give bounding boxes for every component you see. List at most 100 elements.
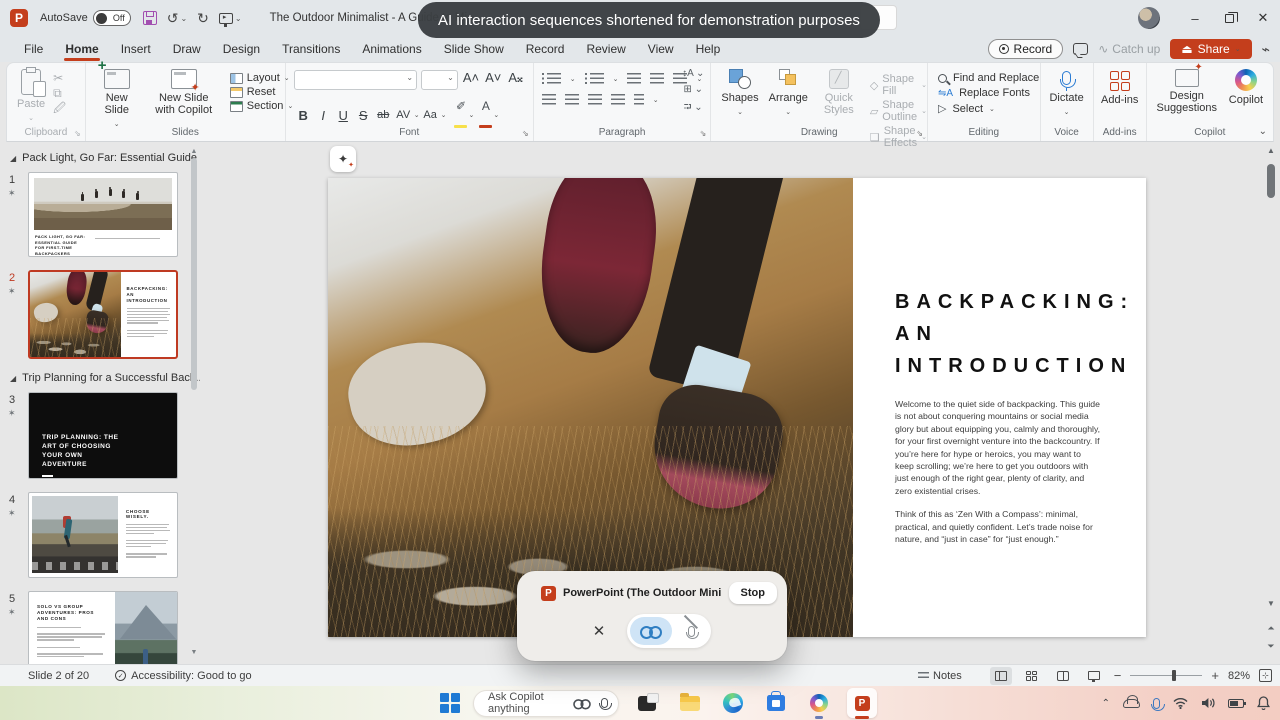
tab-review[interactable]: Review	[576, 38, 635, 61]
grow-font-icon[interactable]: A˄	[462, 70, 480, 90]
tab-help[interactable]: Help	[686, 38, 731, 61]
new-slide-with-copilot-button[interactable]: New Slide with Copilot	[148, 69, 220, 116]
next-slide-icon[interactable]: ⏷	[1264, 641, 1278, 652]
clipboard-dialog-launcher-icon[interactable]: ⇘	[74, 129, 81, 138]
slide-text-block[interactable]: BACKPACKING: AN INTRODUCTION Welcome to …	[853, 178, 1146, 637]
font-size-select[interactable]	[421, 70, 458, 90]
zoom-level[interactable]: 82%	[1228, 670, 1250, 682]
scroll-down-icon[interactable]: ▼	[1264, 599, 1278, 608]
tab-record[interactable]: Record	[516, 38, 575, 61]
design-suggestions-button[interactable]: Design Suggestions	[1155, 62, 1219, 114]
panel-scrollbar[interactable]: ▲ ▼	[190, 148, 198, 656]
zoom-out-icon[interactable]: −	[1114, 668, 1122, 683]
search-mic-icon[interactable]	[599, 698, 612, 710]
start-button[interactable]	[440, 693, 460, 713]
copilot-button[interactable]: Copilot	[1229, 69, 1263, 106]
share-button[interactable]: ⏏ Share ⌄	[1170, 39, 1252, 59]
panel-scrollbar-thumb[interactable]	[191, 158, 197, 390]
numbered-list-icon[interactable]	[584, 73, 604, 84]
autosave-control[interactable]: AutoSave Off	[40, 10, 131, 26]
layout-button[interactable]: Layout ⌄	[229, 72, 294, 84]
start-slideshow-icon[interactable]	[218, 12, 233, 27]
tab-slide-show[interactable]: Slide Show	[434, 38, 514, 61]
italic-button[interactable]: I	[314, 108, 333, 123]
change-case-icon[interactable]: Aa	[421, 109, 440, 121]
reset-button[interactable]: Reset	[229, 86, 294, 98]
align-right-icon[interactable]	[587, 94, 602, 105]
shape-fill-button[interactable]: ◇ Shape Fill ⌄	[870, 73, 927, 97]
tab-file[interactable]: File	[14, 38, 53, 61]
character-spacing-icon[interactable]: AV	[394, 109, 413, 121]
select-button[interactable]: ▷ Select ⌄	[938, 102, 1040, 116]
align-left-icon[interactable]	[541, 94, 556, 105]
convert-smartart-icon[interactable]: ⮒ ⌄	[684, 100, 703, 117]
notes-button[interactable]: Notes	[918, 670, 962, 682]
main-scrollbar[interactable]: ▲ ▼ ⏶ ⏷	[1264, 142, 1278, 664]
accessibility-status[interactable]: ✓ Accessibility: Good to go	[115, 670, 252, 682]
microsoft-store-button[interactable]	[761, 688, 791, 718]
notification-bell-icon[interactable]	[1257, 696, 1270, 710]
slide-sorter-view-button[interactable]	[1021, 667, 1043, 685]
section-button[interactable]: Section ⌄	[229, 100, 293, 112]
powerpoint-taskbar-button[interactable]: P	[847, 688, 877, 719]
present-icon[interactable]: ⌁	[1262, 41, 1270, 58]
decrease-indent-icon[interactable]	[627, 73, 642, 84]
scroll-down-icon[interactable]: ▼	[190, 649, 198, 656]
close-dialog-icon[interactable]: ✕	[593, 622, 606, 640]
tab-transitions[interactable]: Transitions	[272, 38, 350, 61]
slide-photo[interactable]	[328, 178, 853, 637]
align-text-icon[interactable]: ⊞ ⌄	[683, 84, 703, 95]
find-replace-button[interactable]: Find and Replace	[938, 72, 1040, 84]
section-header-1[interactable]: ◢ Pack Light, Go Far: Essential Guide f.…	[10, 152, 200, 164]
comments-icon[interactable]	[1073, 43, 1089, 55]
new-slide-button[interactable]: New Slide ⌄	[96, 60, 138, 131]
normal-view-button[interactable]	[989, 666, 1012, 685]
copilot-app-button[interactable]	[804, 688, 834, 719]
zoom-slider[interactable]	[1130, 669, 1203, 681]
reading-view-button[interactable]	[1052, 667, 1074, 685]
undo-icon[interactable]: ↺	[167, 11, 179, 25]
align-center-icon[interactable]	[564, 94, 579, 105]
underline-button[interactable]: U	[334, 108, 353, 123]
section-header-2[interactable]: ◢ Trip Planning for a Successful Back...	[10, 372, 200, 384]
bullet-list-icon[interactable]	[541, 73, 561, 84]
record-button[interactable]: Record	[987, 39, 1064, 59]
edge-button[interactable]	[718, 688, 748, 718]
text-direction-icon[interactable]: ↕A ⌄	[682, 68, 704, 79]
columns-icon[interactable]	[633, 94, 644, 105]
scroll-up-icon[interactable]: ▲	[190, 148, 198, 155]
bold-button[interactable]: B	[294, 108, 313, 123]
clear-formatting-icon[interactable]: A𝄪	[506, 70, 524, 90]
increase-indent-icon[interactable]	[650, 73, 665, 84]
autosave-toggle[interactable]: Off	[92, 10, 131, 26]
save-icon[interactable]	[142, 11, 157, 25]
scroll-up-icon[interactable]: ▲	[1264, 146, 1278, 155]
stop-button[interactable]: Stop	[728, 582, 777, 604]
slide-thumbnail-4[interactable]: CHOOSE WISELY.	[28, 492, 178, 578]
battery-icon[interactable]	[1228, 698, 1247, 708]
shape-outline-button[interactable]: ▱ Shape Outline ⌄	[870, 99, 927, 123]
volume-icon[interactable]	[1201, 697, 1215, 709]
minimize-button[interactable]: –	[1178, 0, 1212, 36]
quick-access-chevron-icon[interactable]: ⌄	[235, 14, 242, 23]
tab-animations[interactable]: Animations	[352, 38, 431, 61]
task-view-button[interactable]	[632, 688, 662, 718]
font-dialog-launcher-icon[interactable]: ⇘	[522, 129, 529, 138]
taskbar-search[interactable]: Ask Copilot anything	[473, 689, 619, 717]
slideshow-view-button[interactable]	[1083, 667, 1105, 685]
shapes-button[interactable]: Shapes ⌄	[721, 69, 759, 119]
slide-thumbnail-3[interactable]: TRIP PLANNING: THE ART OF CHOOSING YOUR …	[28, 392, 178, 479]
dictate-button[interactable]: Dictate ⌄	[1041, 71, 1093, 119]
onedrive-icon[interactable]	[1123, 694, 1140, 708]
zoom-slider-thumb[interactable]	[1172, 669, 1177, 681]
arrange-button[interactable]: Arrange ⌄	[769, 69, 808, 119]
zoom-in-icon[interactable]: +	[1211, 668, 1219, 683]
cut-icon[interactable]: ✂	[53, 71, 66, 85]
tray-overflow-icon[interactable]: ⌃	[1102, 698, 1110, 709]
undo-chevron-icon[interactable]: ⌄	[180, 14, 187, 23]
format-painter-icon[interactable]: 🖉	[53, 101, 66, 115]
paste-button[interactable]: Paste ⌄	[17, 67, 47, 125]
redo-icon[interactable]: ↻	[197, 11, 209, 25]
previous-slide-icon[interactable]: ⏶	[1264, 623, 1278, 634]
replace-fonts-button[interactable]: ⇋A Replace Fonts	[938, 87, 1040, 99]
